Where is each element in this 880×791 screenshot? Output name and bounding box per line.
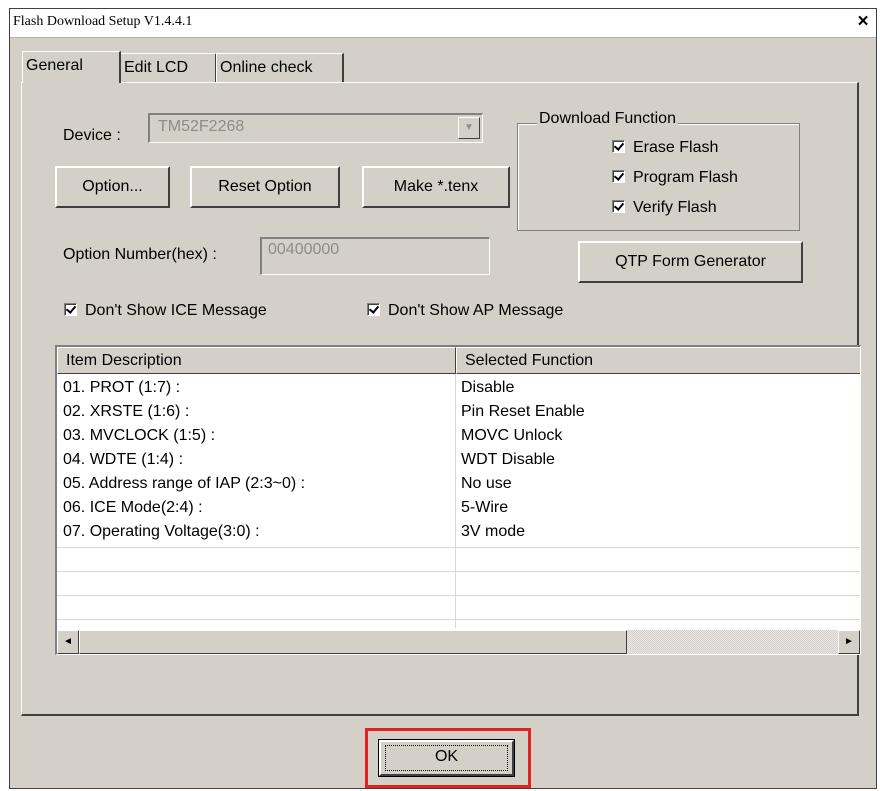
tab-edit-lcd[interactable]: Edit LCD bbox=[120, 53, 217, 82]
selected-function-cell: MOVC Unlock bbox=[461, 427, 563, 444]
checkbox-checked-icon[interactable] bbox=[612, 200, 625, 213]
item-description-cell: 02. XRSTE (1:6) : bbox=[63, 403, 190, 420]
window-title: Flash Download Setup V1.4.4.1 bbox=[13, 14, 193, 29]
chevron-down-icon[interactable]: ▼ bbox=[458, 117, 480, 139]
erase-flash-checkbox[interactable]: Erase Flash bbox=[612, 139, 718, 157]
option-button[interactable]: Option... bbox=[55, 166, 170, 208]
checkbox-checked-icon[interactable] bbox=[612, 170, 625, 183]
column-header-selected-function[interactable]: Selected Function bbox=[456, 347, 860, 374]
selected-function-cell: WDT Disable bbox=[461, 451, 555, 468]
option-number-field[interactable]: 00400000 bbox=[260, 237, 490, 275]
table-row[interactable]: 01. PROT (1:7) : Disable bbox=[57, 376, 860, 400]
ice-message-checkbox[interactable]: Don't Show ICE Message bbox=[64, 302, 267, 320]
table-row[interactable]: 04. WDTE (1:4) : WDT Disable bbox=[57, 448, 860, 472]
erase-flash-label: Erase Flash bbox=[633, 139, 719, 156]
checkbox-checked-icon[interactable] bbox=[64, 303, 77, 316]
ap-message-checkbox[interactable]: Don't Show AP Message bbox=[367, 302, 563, 320]
table-row[interactable]: 02. XRSTE (1:6) : Pin Reset Enable bbox=[57, 400, 860, 424]
verify-flash-label: Verify Flash bbox=[633, 199, 717, 216]
table-row[interactable]: 05. Address range of IAP (2:3~0) : No us… bbox=[57, 472, 860, 496]
scroll-right-icon[interactable]: ► bbox=[838, 630, 860, 654]
selected-function-cell: 5-Wire bbox=[461, 499, 509, 516]
tab-general-label: General bbox=[26, 57, 83, 74]
table-row[interactable]: 06. ICE Mode(2:4) : 5-Wire bbox=[57, 496, 860, 520]
reset-option-button[interactable]: Reset Option bbox=[190, 166, 340, 208]
scrollbar-thumb[interactable] bbox=[79, 630, 627, 654]
checkbox-checked-icon[interactable] bbox=[612, 140, 625, 153]
item-description-cell: 01. PROT (1:7) : bbox=[63, 379, 181, 396]
tab-online-check-label: Online check bbox=[220, 59, 313, 76]
list-header: Item Description Selected Function bbox=[57, 347, 860, 374]
item-description-cell: 03. MVCLOCK (1:5) : bbox=[63, 427, 216, 444]
empty-row-line bbox=[57, 595, 860, 596]
empty-row-line bbox=[57, 547, 860, 548]
selected-function-cell: Pin Reset Enable bbox=[461, 403, 585, 420]
horizontal-scrollbar[interactable]: ◄ ► bbox=[57, 630, 860, 654]
item-description-cell: 05. Address range of IAP (2:3~0) : bbox=[63, 475, 306, 492]
verify-flash-checkbox[interactable]: Verify Flash bbox=[612, 199, 717, 217]
tab-online-check[interactable]: Online check bbox=[216, 53, 344, 82]
option-list-view[interactable]: Item Description Selected Function 01. P… bbox=[55, 345, 861, 655]
tab-edit-lcd-label: Edit LCD bbox=[124, 59, 189, 76]
item-description-cell: 06. ICE Mode(2:4) : bbox=[63, 499, 203, 516]
tab-general[interactable]: General bbox=[22, 51, 121, 83]
item-description-cell: 04. WDTE (1:4) : bbox=[63, 451, 184, 468]
empty-row-line bbox=[57, 619, 860, 620]
device-value: TM52F2268 bbox=[158, 118, 245, 135]
option-number-label: Option Number(hex) : bbox=[63, 246, 217, 263]
checkbox-checked-icon[interactable] bbox=[367, 303, 380, 316]
close-icon[interactable]: × bbox=[852, 11, 874, 33]
ice-message-label: Don't Show ICE Message bbox=[85, 302, 267, 319]
selected-function-cell: 3V mode bbox=[461, 523, 526, 540]
make-tenx-button[interactable]: Make *.tenx bbox=[362, 166, 510, 208]
program-flash-checkbox[interactable]: Program Flash bbox=[612, 169, 738, 187]
focus-rect bbox=[385, 745, 508, 771]
table-row[interactable]: 07. Operating Voltage(3:0) : 3V mode bbox=[57, 520, 860, 544]
item-description-cell: 07. Operating Voltage(3:0) : bbox=[63, 523, 260, 540]
ok-button[interactable]: OK bbox=[378, 739, 515, 777]
scroll-left-icon[interactable]: ◄ bbox=[57, 630, 79, 654]
ap-message-label: Don't Show AP Message bbox=[388, 302, 564, 319]
column-header-item-description[interactable]: Item Description bbox=[57, 347, 456, 374]
selected-function-cell: Disable bbox=[461, 379, 515, 396]
title-bar: Flash Download Setup V1.4.4.1 × bbox=[10, 9, 876, 38]
table-row[interactable]: 03. MVCLOCK (1:5) : MOVC Unlock bbox=[57, 424, 860, 448]
download-function-title: Download Function bbox=[537, 110, 678, 128]
program-flash-label: Program Flash bbox=[633, 169, 738, 186]
selected-function-cell: No use bbox=[461, 475, 512, 492]
device-label: Device : bbox=[63, 127, 121, 144]
empty-row-line bbox=[57, 571, 860, 572]
qtp-form-generator-button[interactable]: QTP Form Generator bbox=[578, 241, 803, 283]
device-select[interactable]: TM52F2268 ▼ bbox=[148, 113, 483, 143]
